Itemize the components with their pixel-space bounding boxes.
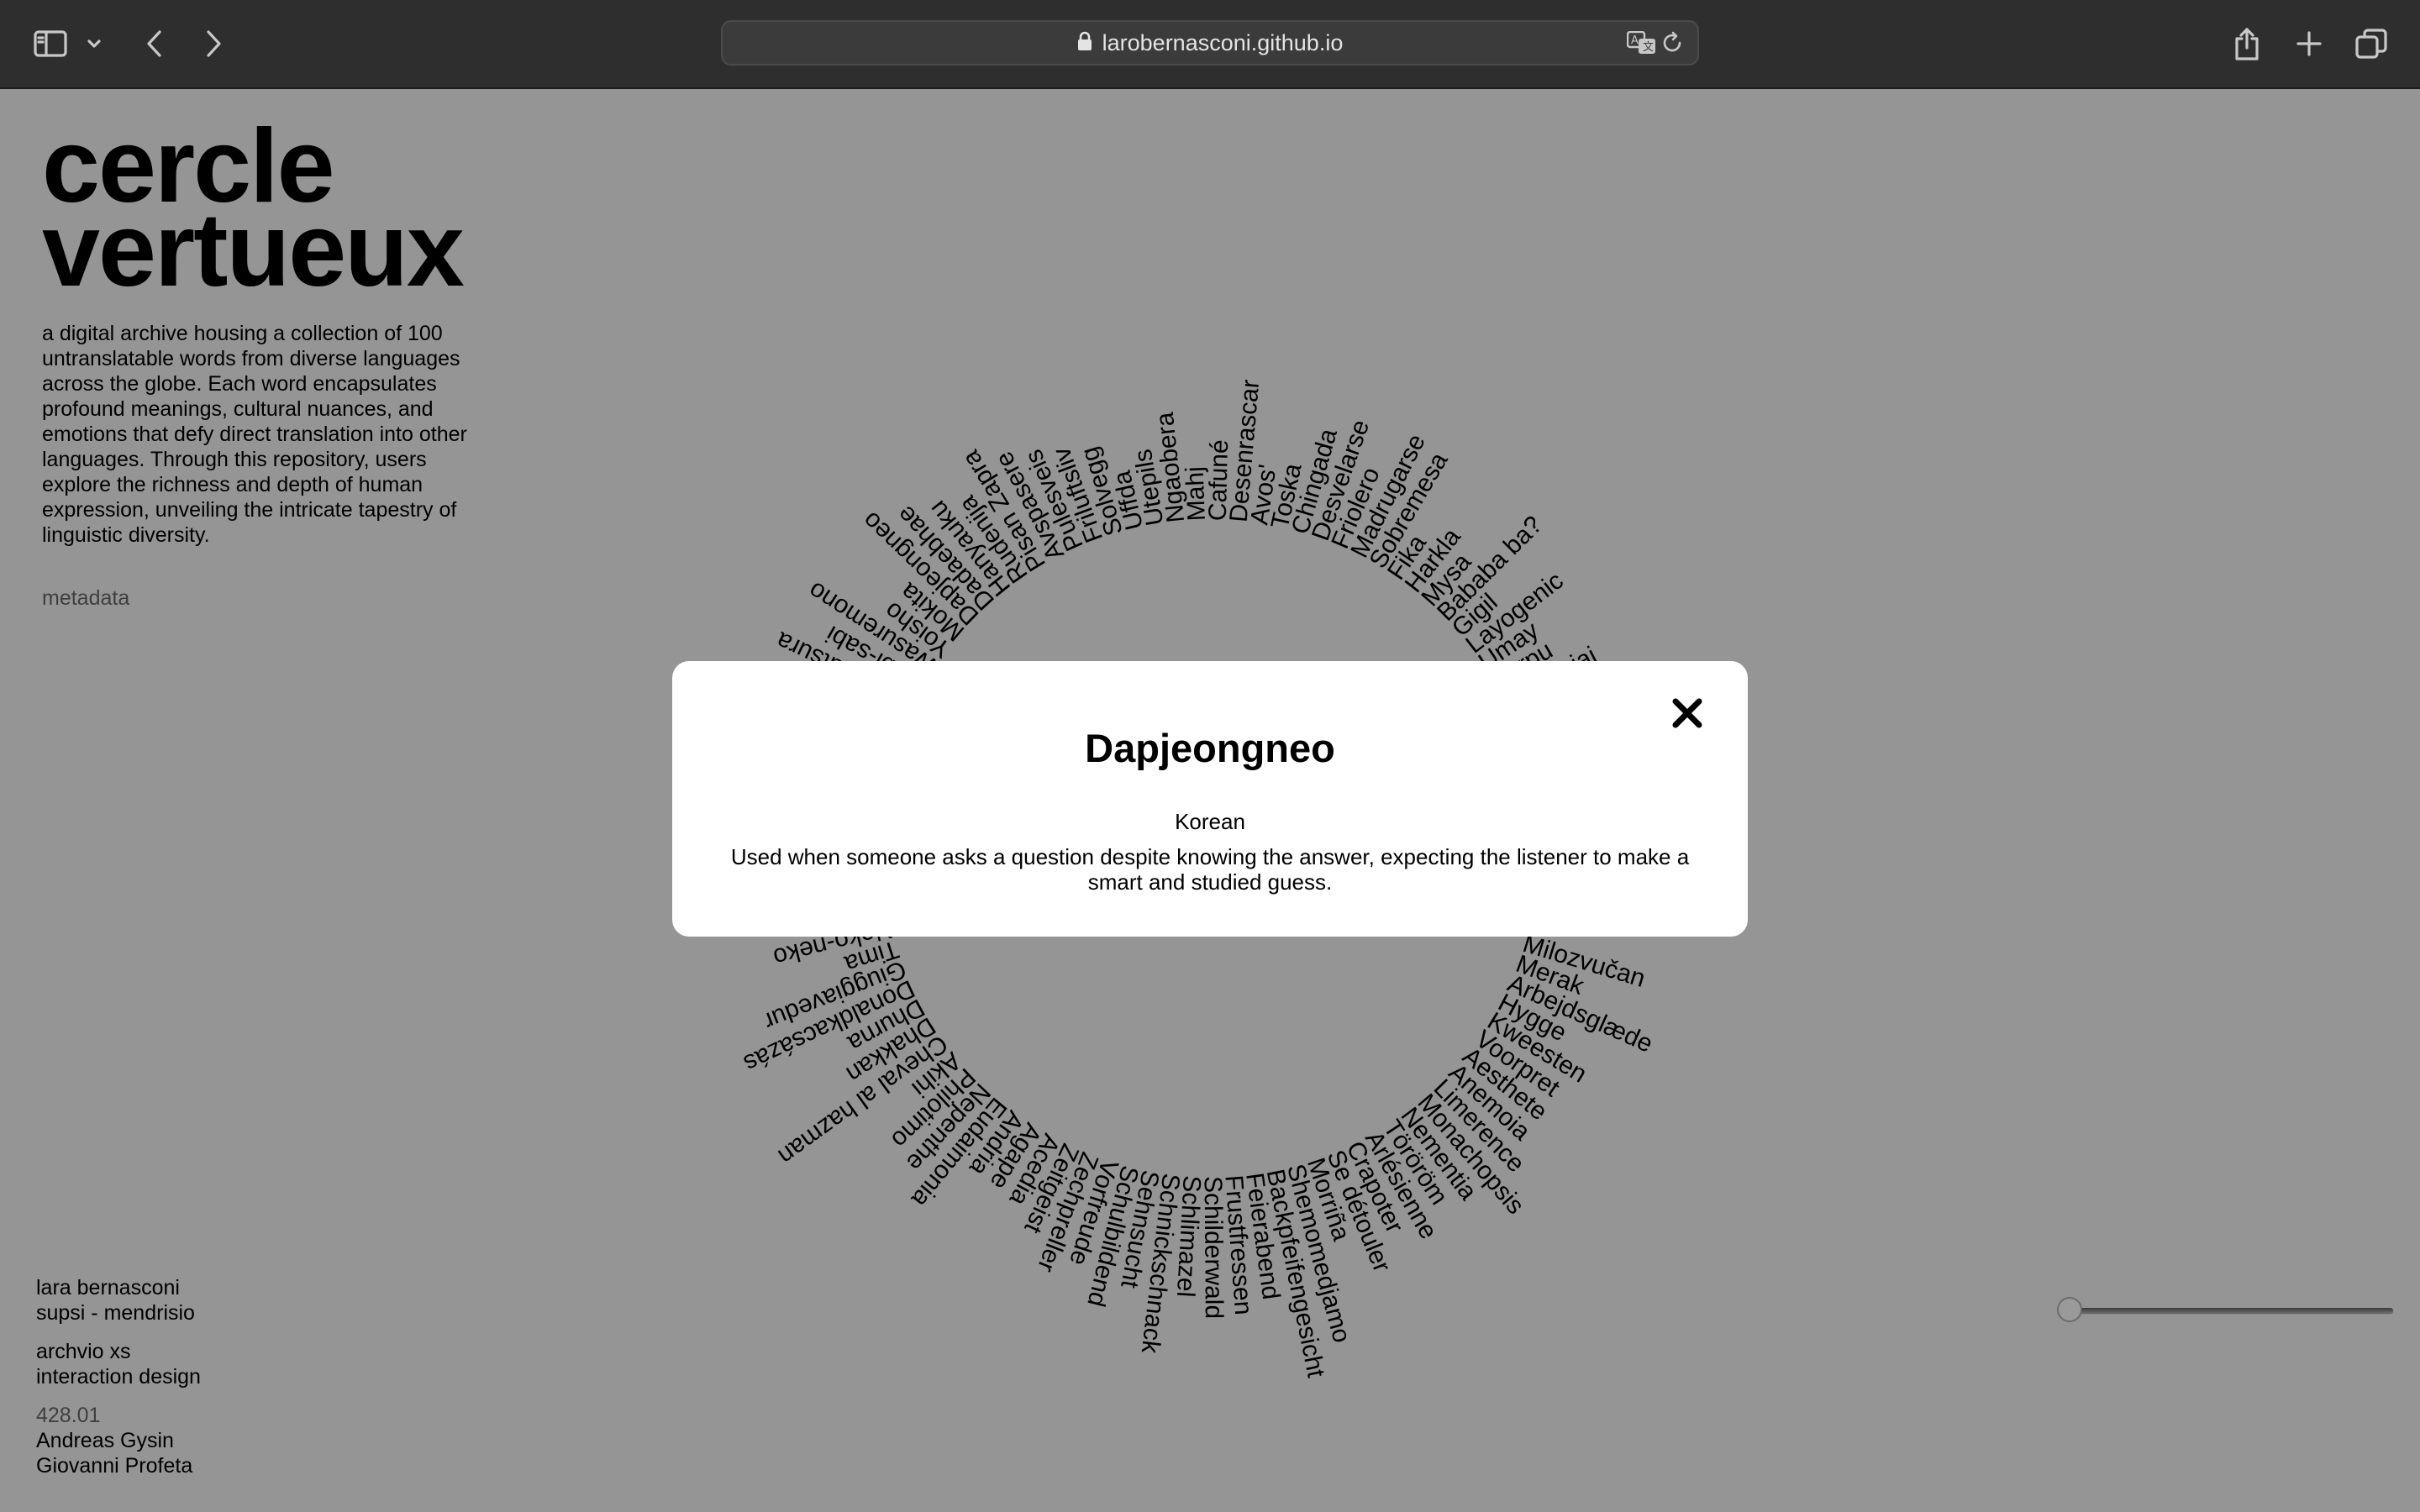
slider-thumb[interactable]: [2057, 1297, 2082, 1322]
word-definition: Used when someone asks a question despit…: [730, 844, 1690, 895]
word-modal: Dapjeongneo Korean Used when someone ask…: [672, 661, 1748, 937]
word-language: Korean: [1175, 809, 1245, 834]
slider-track[interactable]: [2072, 1308, 2393, 1313]
rotation-slider[interactable]: [2057, 1297, 2393, 1324]
word-title: Dapjeongneo: [1085, 726, 1335, 770]
circle-word[interactable]: Cafuné: [1204, 439, 1234, 522]
